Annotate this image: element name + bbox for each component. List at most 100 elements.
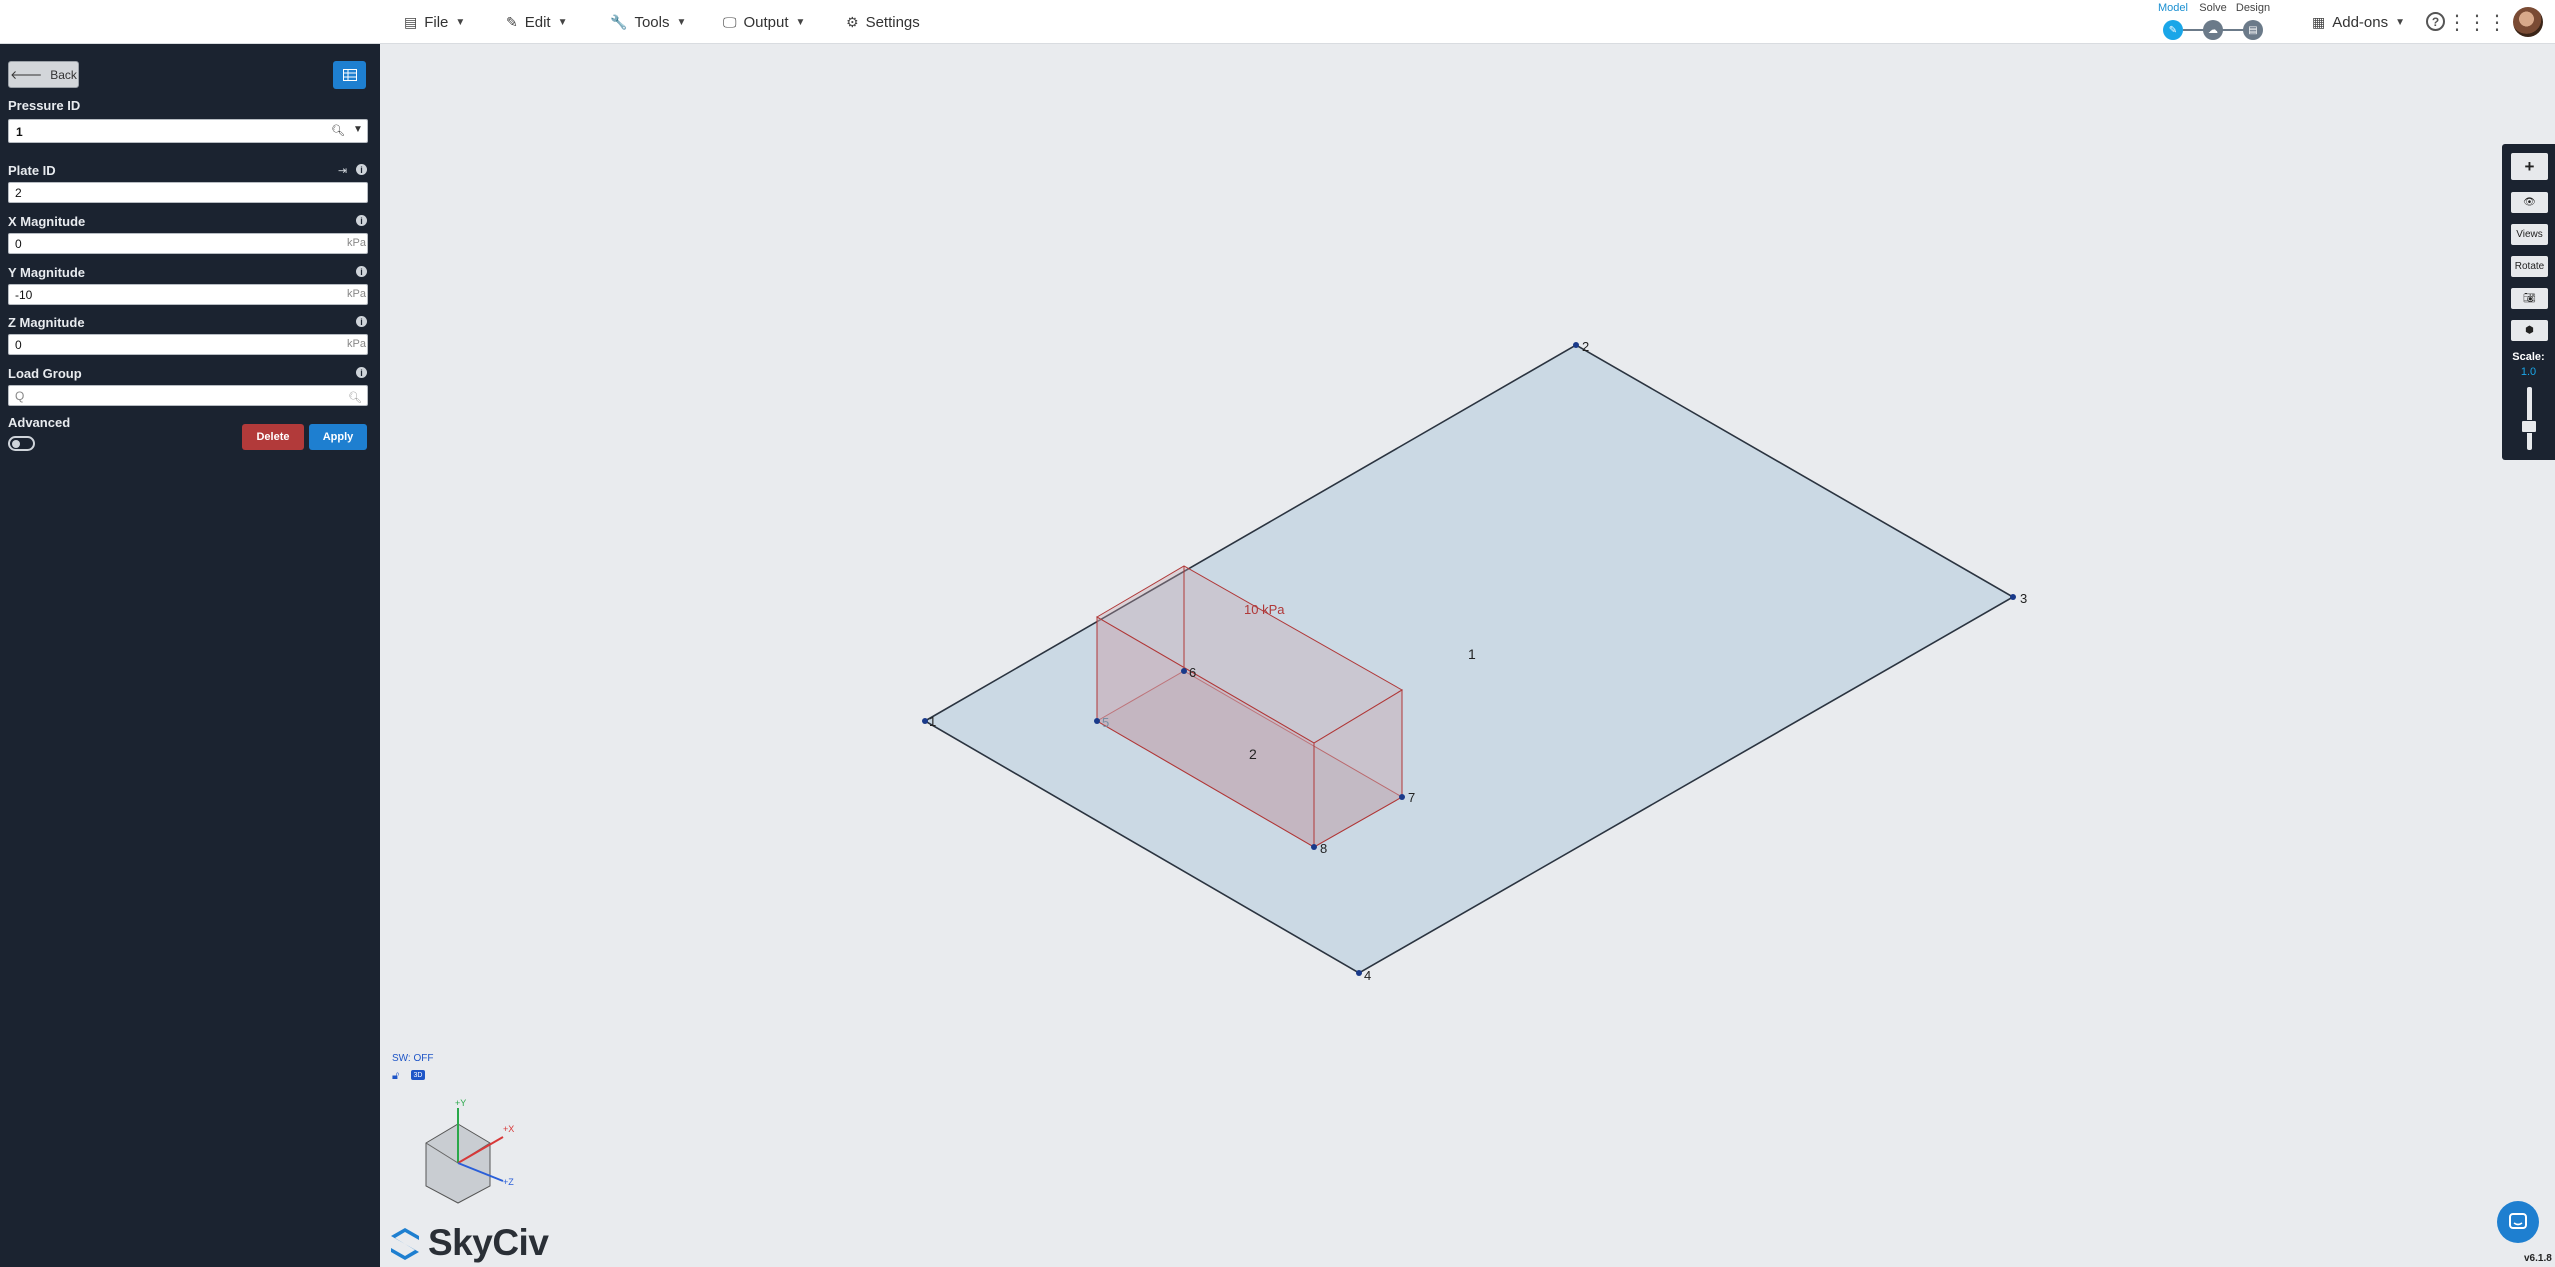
plate-label: 2 bbox=[1249, 746, 1257, 762]
workflow-design-step[interactable]: ▤ bbox=[2243, 20, 2263, 40]
search-icon[interactable]: 🔍︎ bbox=[348, 391, 362, 404]
file-menu[interactable]: ▤ File ▼ bbox=[404, 0, 465, 44]
chevron-down-icon: ▼ bbox=[795, 16, 806, 28]
node-label: 8 bbox=[1320, 841, 1327, 856]
file-icon: ▤ bbox=[404, 13, 418, 30]
info-icon[interactable]: i bbox=[356, 316, 367, 327]
node-7[interactable] bbox=[1399, 794, 1405, 800]
wrench-icon: 🔧 bbox=[610, 13, 628, 30]
scale-slider-track[interactable] bbox=[2527, 387, 2532, 450]
z-axis-label: +Z bbox=[503, 1177, 514, 1187]
tools-menu[interactable]: 🔧 Tools ▼ bbox=[610, 0, 686, 44]
node-label: 7 bbox=[1408, 790, 1415, 805]
scale-label: Scale: bbox=[2512, 351, 2545, 363]
info-icon[interactable]: i bbox=[356, 367, 367, 378]
view-toolbar: + 👁︎ Views Rotate 📷︎ ⬢ Scale: 1.0 bbox=[2502, 144, 2555, 460]
apply-button[interactable]: Apply bbox=[309, 424, 367, 450]
plate-id-input[interactable]: 2 bbox=[8, 182, 368, 203]
workflow-design-label: Design bbox=[2235, 2, 2271, 14]
info-icon[interactable]: i bbox=[356, 215, 367, 226]
node-5[interactable] bbox=[1094, 718, 1100, 724]
self-weight-status[interactable]: SW: OFF bbox=[392, 1053, 433, 1064]
file-menu-label: File bbox=[424, 13, 449, 31]
settings-menu[interactable]: ⚙ Settings bbox=[846, 0, 920, 44]
node-label: 5 bbox=[1102, 715, 1109, 730]
scale-value: 1.0 bbox=[2520, 366, 2537, 378]
help-icon[interactable]: ? bbox=[2426, 12, 2445, 31]
skyciv-logo-text: SkyCiv bbox=[428, 1222, 549, 1263]
pencil-icon: ✎ bbox=[506, 13, 518, 30]
pick-from-model-icon[interactable]: ⇥ bbox=[338, 164, 347, 177]
advanced-toggle[interactable] bbox=[8, 436, 35, 451]
edit-menu[interactable]: ✎ Edit ▼ bbox=[506, 0, 568, 44]
data-table-button[interactable] bbox=[333, 61, 366, 89]
info-icon[interactable]: i bbox=[356, 164, 367, 175]
z-magnitude-input[interactable]: 0 bbox=[8, 334, 368, 355]
skyciv-logo: SkyCiv bbox=[388, 1222, 549, 1264]
x-magnitude-input[interactable]: 0 bbox=[8, 233, 368, 254]
z-magnitude-label: Z Magnitude bbox=[8, 315, 85, 330]
eye-icon[interactable]: 👁︎ bbox=[2511, 192, 2548, 213]
node-2[interactable] bbox=[1573, 342, 1579, 348]
node-8[interactable] bbox=[1311, 844, 1317, 850]
rotate-button[interactable]: Rotate bbox=[2511, 256, 2548, 277]
back-button[interactable]: 🡐 Back bbox=[8, 61, 79, 88]
settings-menu-label: Settings bbox=[865, 13, 920, 31]
y-axis-label: +Y bbox=[455, 1098, 466, 1108]
pressure-id-select[interactable]: 1 bbox=[8, 119, 368, 143]
apps-grid-icon[interactable]: ⋮⋮⋮ bbox=[2447, 11, 2507, 34]
scale-slider-handle[interactable] bbox=[2521, 420, 2537, 433]
node-label: 3 bbox=[2020, 591, 2027, 606]
y-magnitude-input[interactable]: -10 bbox=[8, 284, 368, 305]
views-button[interactable]: Views bbox=[2511, 224, 2548, 245]
arrow-left-icon: 🡐 bbox=[10, 68, 43, 82]
chevron-down-icon: ▼ bbox=[557, 16, 568, 28]
add-button[interactable]: + bbox=[2511, 153, 2548, 180]
addons-menu-label: Add-ons bbox=[2332, 13, 2389, 31]
plate-id-label: Plate ID bbox=[8, 163, 56, 178]
addons-menu[interactable]: ▦ Add-ons ▼ bbox=[2312, 0, 2405, 44]
node-4[interactable] bbox=[1356, 970, 1362, 976]
info-icon[interactable]: i bbox=[356, 266, 367, 277]
output-menu[interactable]: 🖵 Output ▼ bbox=[723, 0, 805, 44]
chat-icon bbox=[2509, 1213, 2527, 1229]
back-button-label: Back bbox=[50, 67, 77, 82]
output-menu-label: Output bbox=[743, 13, 789, 31]
top-menu-bar: ▤ File ▼ ✎ Edit ▼ 🔧 Tools ▼ 🖵 Output ▼ ⚙… bbox=[0, 0, 2555, 44]
load-group-label: Load Group bbox=[8, 366, 82, 381]
model-canvas[interactable]: 1 2 3 4 5 6 7 8 1 2 10 kPa +Y +X +Z bbox=[380, 44, 2555, 1267]
node-3[interactable] bbox=[2010, 594, 2016, 600]
load-group-input[interactable]: Q bbox=[8, 385, 368, 406]
node-6[interactable] bbox=[1181, 668, 1187, 674]
workflow-model-step[interactable]: ✎ bbox=[2163, 20, 2183, 40]
node-label: 6 bbox=[1189, 665, 1196, 680]
unlock-icon[interactable]: 🔓︎ bbox=[392, 1070, 399, 1083]
pressure-magnitude-label: 10 kPa bbox=[1244, 602, 1285, 617]
node-1[interactable] bbox=[922, 718, 928, 724]
chat-button[interactable] bbox=[2497, 1201, 2539, 1243]
y-magnitude-label: Y Magnitude bbox=[8, 265, 86, 280]
camera-mode-icon[interactable]: 3D bbox=[411, 1070, 425, 1080]
tools-menu-label: Tools bbox=[634, 13, 670, 31]
chevron-down-icon: ▼ bbox=[455, 16, 466, 28]
pressure-id-label: Pressure ID bbox=[8, 98, 81, 113]
chevron-down-icon[interactable]: ▼ bbox=[353, 124, 363, 135]
camera-icon[interactable]: 📷︎ bbox=[2511, 288, 2548, 309]
version-label: v6.1.8 bbox=[2524, 1253, 2552, 1264]
gear-icon: ⚙ bbox=[846, 13, 859, 30]
workflow-solve-step[interactable]: ☁ bbox=[2203, 20, 2223, 40]
cube-view-icon[interactable]: ⬢ bbox=[2511, 320, 2548, 341]
node-label: 2 bbox=[1582, 339, 1589, 354]
view-cube[interactable]: +Y +X +Z bbox=[425, 1098, 514, 1204]
chevron-down-icon: ▼ bbox=[2395, 16, 2406, 28]
pressure-properties-panel: 🡐 Back Pressure ID 1 🔍︎ ▼ Plate ID ⇥ i 2… bbox=[0, 44, 380, 1267]
avatar[interactable] bbox=[2513, 7, 2543, 37]
node-label: 4 bbox=[1364, 968, 1371, 983]
advanced-label: Advanced bbox=[8, 415, 71, 430]
delete-button[interactable]: Delete bbox=[242, 424, 304, 450]
x-axis-label: +X bbox=[503, 1124, 514, 1134]
z-magnitude-unit: kPa bbox=[347, 338, 366, 350]
search-icon[interactable]: 🔍︎ bbox=[331, 124, 345, 137]
x-magnitude-label: X Magnitude bbox=[8, 214, 86, 229]
x-magnitude-unit: kPa bbox=[347, 237, 366, 249]
